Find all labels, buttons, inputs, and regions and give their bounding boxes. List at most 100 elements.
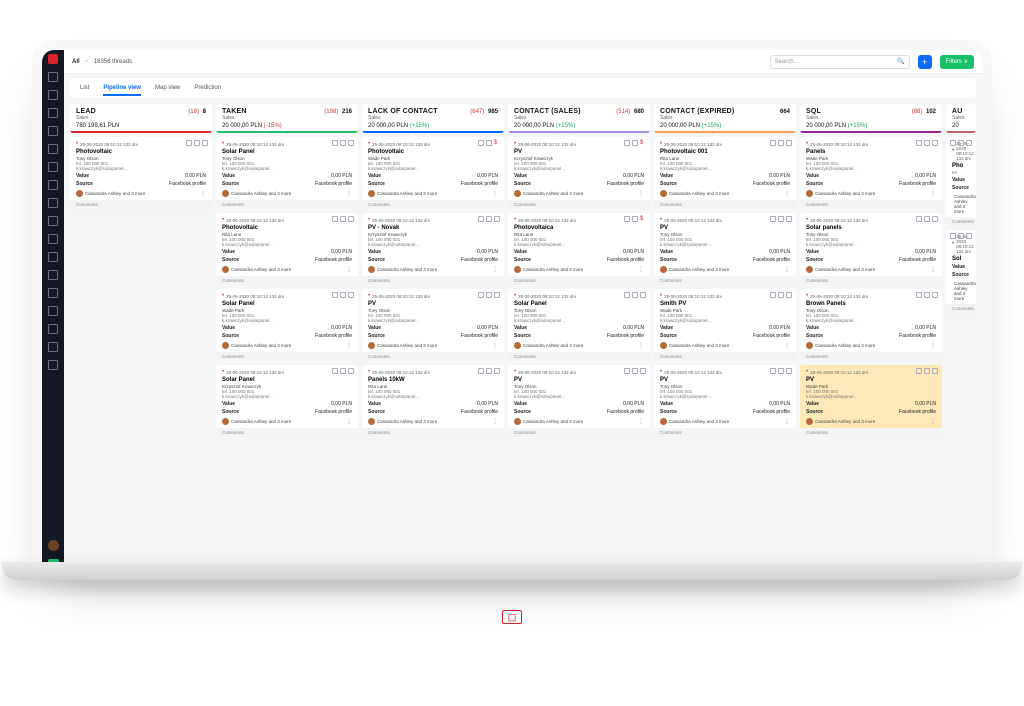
sidebar-icon-11[interactable] [48,252,58,262]
lead-card[interactable]: 25-06-2020 08:10:12 132 dni Panels 10kW … [362,365,504,437]
assignee-avatar[interactable] [76,190,83,197]
card-comments[interactable]: Comments [654,428,796,437]
assignee-avatar[interactable] [660,190,667,197]
calendar-icon[interactable] [478,368,484,374]
sidebar-icon-12[interactable] [48,270,58,280]
calendar-icon[interactable] [950,140,956,146]
card-comments[interactable]: Comments [216,200,358,209]
card-comments[interactable]: Comments [216,276,358,285]
card-icon[interactable] [932,368,938,374]
card-comments[interactable]: Comments [362,352,504,361]
more-icon[interactable]: ⋮ [638,342,644,349]
sidebar-icon-5[interactable] [48,144,58,154]
calendar-icon[interactable] [916,368,922,374]
sidebar-icon-6[interactable] [48,162,58,172]
assignee-avatar[interactable] [222,190,229,197]
more-icon[interactable]: ⋮ [638,266,644,273]
tab-map[interactable]: Map view [155,85,180,91]
assignee-avatar[interactable] [514,266,521,273]
more-icon[interactable]: ⋮ [346,266,352,273]
archive-icon[interactable] [924,292,930,298]
archive-icon[interactable] [778,216,784,222]
lead-card[interactable]: 25-06-2020 08:10:12 132 dni Solar Panel … [216,137,358,209]
card-icon[interactable] [494,368,500,374]
assignee-avatar[interactable] [806,190,813,197]
calendar-icon[interactable] [186,140,192,146]
archive-icon[interactable] [632,216,638,222]
calendar-icon[interactable] [332,140,338,146]
assignee-avatar[interactable] [368,418,375,425]
card-comments[interactable]: Comments [946,304,976,313]
archive-icon[interactable] [924,140,930,146]
lead-card[interactable]: 25-06-2020 08:10:12 132 dni Photovoltaic… [216,213,358,285]
card-comments[interactable]: Comments [70,200,212,209]
card-icon[interactable] [932,140,938,146]
tab-list[interactable]: List [80,85,89,91]
more-icon[interactable]: ⋮ [930,342,936,349]
lead-card[interactable]: 25-06-2020 08:10:12 132 dni Solar Panel … [508,289,650,361]
card-icon[interactable] [932,216,938,222]
more-icon[interactable]: ⋮ [784,190,790,197]
assignee-avatar[interactable] [514,342,521,349]
sidebar-icon-3[interactable] [48,108,58,118]
more-icon[interactable]: ⋮ [784,342,790,349]
assignee-avatar[interactable] [368,190,375,197]
lead-card[interactable]: 25-06-2020 08:10:12 132 dni PV Tony Olso… [654,365,796,437]
more-icon[interactable]: ⋮ [346,342,352,349]
assignee-avatar[interactable] [514,418,521,425]
more-icon[interactable]: ⋮ [492,190,498,197]
calendar-icon[interactable] [332,368,338,374]
lead-card[interactable]: $ 25-06-2020 08:10:12 132 dni PV Krzyszt… [508,137,650,209]
kanban-board[interactable]: LEAD (18) 8 Sales 780 199,61 PLN 25-06-2… [64,98,982,570]
calendar-icon[interactable] [770,368,776,374]
card-icon[interactable] [348,140,354,146]
lead-card[interactable]: 25-06-2020 08:10:12 132 dni Panels Wade … [800,137,942,209]
assignee-avatar[interactable] [222,266,229,273]
sidebar-icon-10[interactable] [48,234,58,244]
card-icon[interactable] [640,368,646,374]
card-icon[interactable] [348,292,354,298]
archive-icon[interactable] [778,140,784,146]
column-header[interactable]: CONTACT (EXPIRED) 664 Sales 20 000,00 PL… [654,104,796,133]
archive-icon[interactable] [778,292,784,298]
sidebar-icon-1[interactable] [48,72,58,82]
card-comments[interactable]: Comments [216,428,358,437]
assignee-avatar[interactable] [660,342,667,349]
assignee-avatar[interactable] [660,266,667,273]
sidebar-icon-9[interactable] [48,216,58,226]
calendar-icon[interactable] [770,140,776,146]
archive-icon[interactable] [486,368,492,374]
card-comments[interactable]: Comments [362,276,504,285]
assignee-avatar[interactable] [806,342,813,349]
archive-icon[interactable] [486,216,492,222]
calendar-icon[interactable] [478,216,484,222]
calendar-icon[interactable] [624,216,630,222]
assignee-avatar[interactable] [806,266,813,273]
calendar-icon[interactable] [916,140,922,146]
card-comments[interactable]: Comments [800,200,942,209]
card-comments[interactable]: Comments [800,352,942,361]
lead-card[interactable]: 25-06-2020 08:10:12 132 dni Solar panels… [800,213,942,285]
lead-card[interactable]: 25-06-2020 08:10:12 132 dni Photovoltaic… [70,137,212,209]
lead-card[interactable]: 25-06-2020 08:10:12 132 dni PV Tony Olso… [508,365,650,437]
archive-icon[interactable] [632,292,638,298]
lead-card[interactable]: $ 25-06-2020 08:10:12 132 dni Photovolta… [362,137,504,209]
card-icon[interactable] [640,292,646,298]
column-header[interactable]: SQL (88) 102 Sales 20 000,00 PLN (+15%) [800,104,942,133]
more-icon[interactable]: ⋮ [492,342,498,349]
lead-card[interactable]: 25-06-2020 08:10:12 132 dni Brown Panels… [800,289,942,361]
assignee-avatar[interactable] [222,418,229,425]
sidebar-icon-4[interactable] [48,126,58,136]
calendar-icon[interactable] [916,216,922,222]
sidebar-icon-13[interactable] [48,288,58,298]
lead-card[interactable]: 25-06-2020 08:10:12 132 dni PV Wade Park… [800,365,942,437]
calendar-icon[interactable] [770,292,776,298]
sidebar-icon-16[interactable] [48,342,58,352]
card-comments[interactable]: Comments [654,200,796,209]
archive-icon[interactable] [632,368,638,374]
sidebar-icon-8[interactable] [48,198,58,208]
more-icon[interactable]: ⋮ [638,418,644,425]
more-icon[interactable]: ⋮ [346,418,352,425]
archive-icon[interactable] [958,140,964,146]
archive-icon[interactable] [924,368,930,374]
